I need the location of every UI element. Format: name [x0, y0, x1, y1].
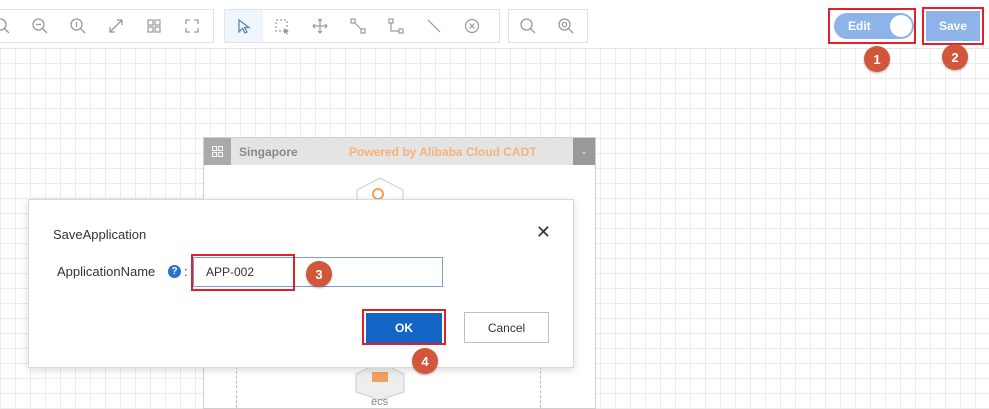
step-marker-3: 3 — [306, 261, 332, 287]
fit-screen-icon[interactable] — [97, 10, 135, 42]
collapse-button[interactable]: - — [573, 138, 595, 165]
step-marker-1: 1 — [864, 46, 890, 72]
move-icon[interactable] — [301, 10, 339, 42]
zoom-out-icon[interactable] — [21, 10, 59, 42]
search-tool-group — [508, 9, 588, 43]
zoom-tool-group — [0, 9, 214, 43]
toolbar: Edit Save — [0, 0, 989, 49]
box-select-icon[interactable] — [263, 10, 301, 42]
region-header: Singapore Powered by Alibaba Cloud CADT … — [204, 138, 595, 165]
elbow-link-icon[interactable] — [377, 10, 415, 42]
diagonal-link-icon[interactable] — [339, 10, 377, 42]
save-application-dialog: SaveApplication ✕ ApplicationName ? : OK… — [28, 199, 574, 368]
dialog-title: SaveApplication — [53, 227, 147, 242]
edit-toggle[interactable]: Edit — [834, 13, 914, 39]
powered-by-text: Powered by Alibaba Cloud CADT — [349, 145, 537, 159]
edit-toggle-label: Edit — [848, 19, 871, 33]
help-icon[interactable]: ? — [168, 265, 181, 278]
region-border-right — [540, 366, 541, 408]
region-name: Singapore — [239, 144, 298, 159]
label-colon: : — [184, 264, 188, 279]
locate-icon[interactable] — [547, 10, 585, 42]
toggle-knob — [890, 15, 912, 37]
straight-line-icon[interactable] — [415, 10, 453, 42]
cancel-button[interactable]: Cancel — [464, 312, 549, 343]
region-grid-icon — [204, 138, 231, 165]
ecs-node-label: ecs — [371, 396, 389, 408]
region-border-left — [236, 366, 237, 408]
delete-icon[interactable] — [453, 10, 491, 42]
search-icon[interactable] — [509, 10, 547, 42]
edit-tool-group — [224, 9, 500, 43]
save-button[interactable]: Save — [926, 11, 980, 41]
fullscreen-icon[interactable] — [173, 10, 211, 42]
step-marker-2: 2 — [942, 44, 968, 70]
pointer-icon[interactable] — [225, 10, 263, 42]
zoom-in-icon[interactable] — [0, 10, 21, 42]
application-name-label: ApplicationName — [57, 264, 156, 279]
close-icon[interactable]: ✕ — [536, 222, 551, 243]
ok-button[interactable]: OK — [366, 313, 442, 343]
step-marker-4: 4 — [412, 348, 438, 374]
actual-size-icon[interactable] — [59, 10, 97, 42]
grid-view-icon[interactable] — [135, 10, 173, 42]
